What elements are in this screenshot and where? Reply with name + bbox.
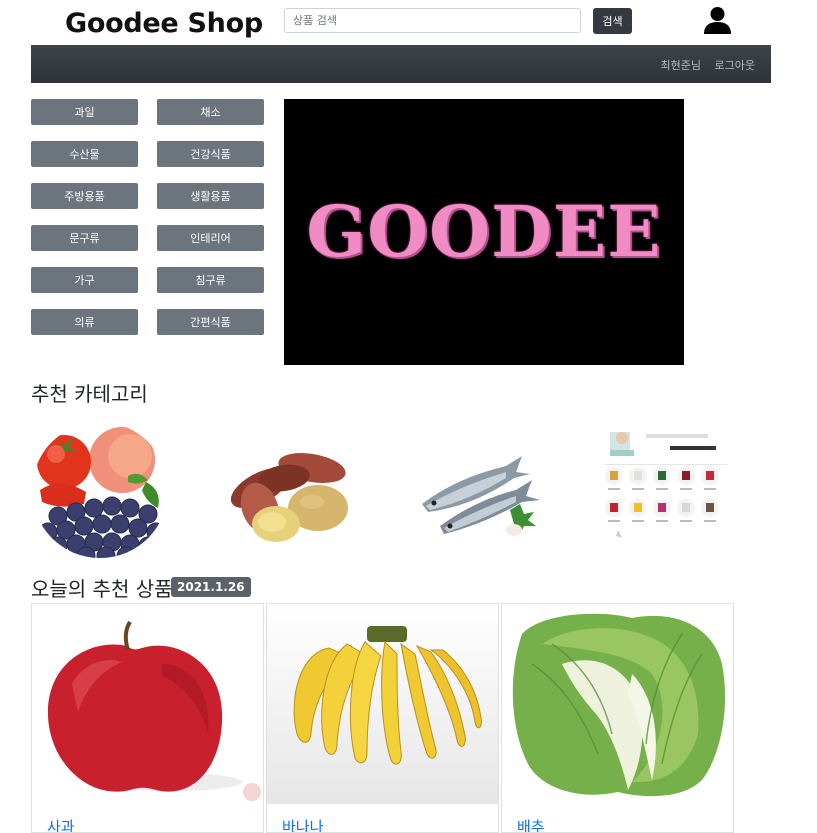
- product-card-banana[interactable]: 바나나: [266, 603, 499, 833]
- category-button-kitchen[interactable]: 주방용품: [31, 183, 138, 209]
- category-button-convenience-food[interactable]: 간편식품: [157, 309, 264, 335]
- cabbage-image: [502, 604, 733, 804]
- apple-image: [32, 604, 263, 804]
- main-banner[interactable]: GOODEE: [284, 99, 684, 365]
- banana-image: [267, 604, 498, 804]
- user-name-link[interactable]: 최현준님: [661, 57, 701, 73]
- fruit-category-image[interactable]: [30, 420, 170, 560]
- category-button-vegetable[interactable]: 채소: [157, 99, 264, 125]
- product-name[interactable]: 배추: [517, 816, 545, 832]
- category-button-household[interactable]: 생활용품: [157, 183, 264, 209]
- top-navbar: 최현준님 로그아웃: [31, 45, 771, 83]
- category-button-clothing[interactable]: 의류: [31, 309, 138, 335]
- shop-logo[interactable]: Goodee Shop: [65, 8, 263, 39]
- date-badge: 2021.1.26: [171, 577, 251, 597]
- product-card-cabbage[interactable]: 배추: [501, 603, 734, 833]
- recommended-category-title: 추천 카테고리: [31, 382, 148, 406]
- logout-link[interactable]: 로그아웃: [715, 57, 755, 73]
- category-button-stationery[interactable]: 문구류: [31, 225, 138, 251]
- banner-logo-text: GOODEE: [306, 190, 662, 273]
- category-button-fruit[interactable]: 과일: [31, 99, 138, 125]
- sweet-potato-category-image[interactable]: [220, 420, 360, 560]
- search-button[interactable]: 검색: [593, 8, 632, 34]
- product-name[interactable]: 바나나: [282, 816, 323, 832]
- user-icon[interactable]: [703, 6, 732, 34]
- category-button-health-food[interactable]: 건강식품: [157, 141, 264, 167]
- category-button-seafood[interactable]: 수산물: [31, 141, 138, 167]
- fish-category-image[interactable]: [410, 420, 550, 560]
- category-button-furniture[interactable]: 가구: [31, 267, 138, 293]
- category-button-bedding[interactable]: 침구류: [157, 267, 264, 293]
- category-button-interior[interactable]: 인테리어: [157, 225, 264, 251]
- product-card-apple[interactable]: 사과: [31, 603, 264, 833]
- health-food-category-image[interactable]: [598, 420, 738, 560]
- search-input[interactable]: [284, 8, 581, 33]
- product-name[interactable]: 사과: [47, 816, 75, 832]
- today-recommendation-title: 오늘의 추천 상품: [31, 577, 173, 601]
